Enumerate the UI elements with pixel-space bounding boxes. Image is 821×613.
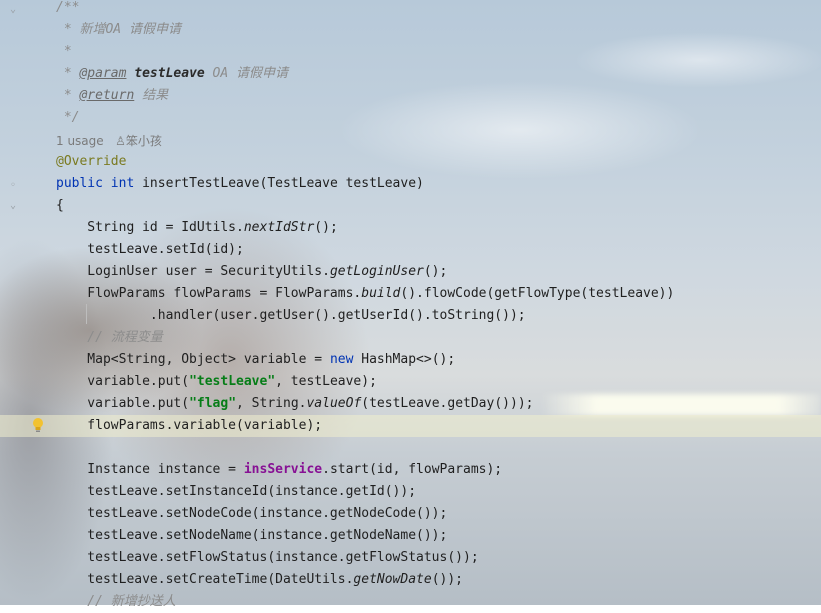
code-text: FlowParams flowParams = FlowParams. xyxy=(56,286,362,301)
fold-chevron-icon[interactable]: ⌄ xyxy=(10,200,20,211)
editor-gutter: ⌄ ◦ ⌄ xyxy=(0,0,43,605)
code-line: Map<String, Object> variable = new HashM… xyxy=(56,349,455,371)
code-text: .start(id, flowParams); xyxy=(322,462,503,477)
code-text: String id = IdUtils. xyxy=(56,220,244,235)
field-reference: insService xyxy=(243,462,323,477)
comment-return-line: * @return 结果 xyxy=(56,85,168,107)
background-city-lights xyxy=(540,394,821,416)
code-text: , testLeave); xyxy=(275,374,377,389)
code-text: variable.put( xyxy=(56,396,190,411)
comment-line: /** xyxy=(56,0,80,15)
string-literal: "testLeave" xyxy=(189,374,276,389)
javadoc-tag: @return xyxy=(79,88,135,103)
annotation-override: @Override xyxy=(56,154,127,169)
comment-text: OA 请假申请 xyxy=(204,66,289,81)
method-signature: public int insertTestLeave(TestLeave tes… xyxy=(56,173,424,195)
keyword: int xyxy=(110,176,135,191)
comment-line: * 新增OA 请假申请 xyxy=(56,22,181,37)
comment-param-line: * @param testLeave OA 请假申请 xyxy=(56,63,288,85)
open-brace: { xyxy=(56,198,64,213)
code-line: .handler(user.getUser().getUserId().toSt… xyxy=(56,308,526,323)
static-method: valueOf xyxy=(306,396,362,411)
comment-prefix: * xyxy=(56,66,80,81)
static-method: nextIdStr xyxy=(243,220,315,235)
code-text: Instance instance = xyxy=(56,462,244,477)
code-vision-hint[interactable]: 1 usage ♙笨小孩 xyxy=(56,130,162,152)
code-comment: // 流程变量 xyxy=(56,330,163,345)
code-text: (testLeave.getDay())); xyxy=(361,396,534,411)
javadoc-param-name: testLeave xyxy=(134,66,205,81)
code-text: LoginUser user = SecurityUtils. xyxy=(56,264,330,279)
code-line: testLeave.setCreateTime(DateUtils.getNow… xyxy=(56,569,463,591)
code-text: Map<String, Object> variable = xyxy=(56,352,330,367)
comment-line: * xyxy=(56,44,72,59)
keyword: public xyxy=(56,176,103,191)
usage-count[interactable]: 1 usage xyxy=(56,134,104,148)
code-line: Instance instance = insService.start(id,… xyxy=(56,459,502,481)
code-line: testLeave.setNodeCode(instance.getNodeCo… xyxy=(56,506,448,521)
code-line: variable.put("testLeave", testLeave); xyxy=(56,371,377,393)
code-text: (); xyxy=(423,264,448,279)
code-text: , String. xyxy=(236,396,307,411)
code-line: variable.put("flag", String.valueOf(test… xyxy=(56,393,533,415)
comment-text: 结果 xyxy=(134,88,169,103)
code-text: (); xyxy=(314,220,338,235)
code-text: variable.put( xyxy=(56,374,190,389)
code-line: testLeave.setNodeName(instance.getNodeNa… xyxy=(56,528,448,543)
code-text: ()); xyxy=(431,572,464,587)
code-comment: // 新增抄送人 xyxy=(56,594,176,609)
lightbulb-icon[interactable] xyxy=(31,417,45,435)
code-line: testLeave.setId(id); xyxy=(56,242,244,257)
code-line-current[interactable]: flowParams.variable(variable); xyxy=(56,415,322,437)
code-line: testLeave.setFlowStatus(instance.getFlow… xyxy=(56,550,479,565)
author-name: 笨小孩 xyxy=(125,134,162,148)
keyword: new xyxy=(329,352,354,367)
signature-text: insertTestLeave(TestLeave testLeave) xyxy=(134,176,424,191)
static-method: getLoginUser xyxy=(329,264,424,279)
code-text: testLeave.setCreateTime(DateUtils. xyxy=(56,572,354,587)
static-method: getNowDate xyxy=(353,572,432,587)
string-literal: "flag" xyxy=(189,396,237,411)
code-line: FlowParams flowParams = FlowParams.build… xyxy=(56,283,674,305)
user-icon: ♙ xyxy=(115,134,126,148)
code-line: LoginUser user = SecurityUtils.getLoginU… xyxy=(56,261,447,283)
fold-chevron-icon[interactable]: ⌄ xyxy=(10,4,20,15)
comment-prefix: * xyxy=(56,88,80,103)
fold-chevron-icon[interactable]: ◦ xyxy=(10,180,20,191)
static-method: build xyxy=(361,286,401,301)
javadoc-tag: @param xyxy=(79,66,127,81)
comment-line: */ xyxy=(56,110,80,125)
code-line: String id = IdUtils.nextIdStr(); xyxy=(56,217,338,239)
code-line: testLeave.setInstanceId(instance.getId()… xyxy=(56,484,417,499)
code-text: HashMap<>(); xyxy=(353,352,456,367)
code-text: ().flowCode(getFlowType(testLeave)) xyxy=(400,286,675,301)
